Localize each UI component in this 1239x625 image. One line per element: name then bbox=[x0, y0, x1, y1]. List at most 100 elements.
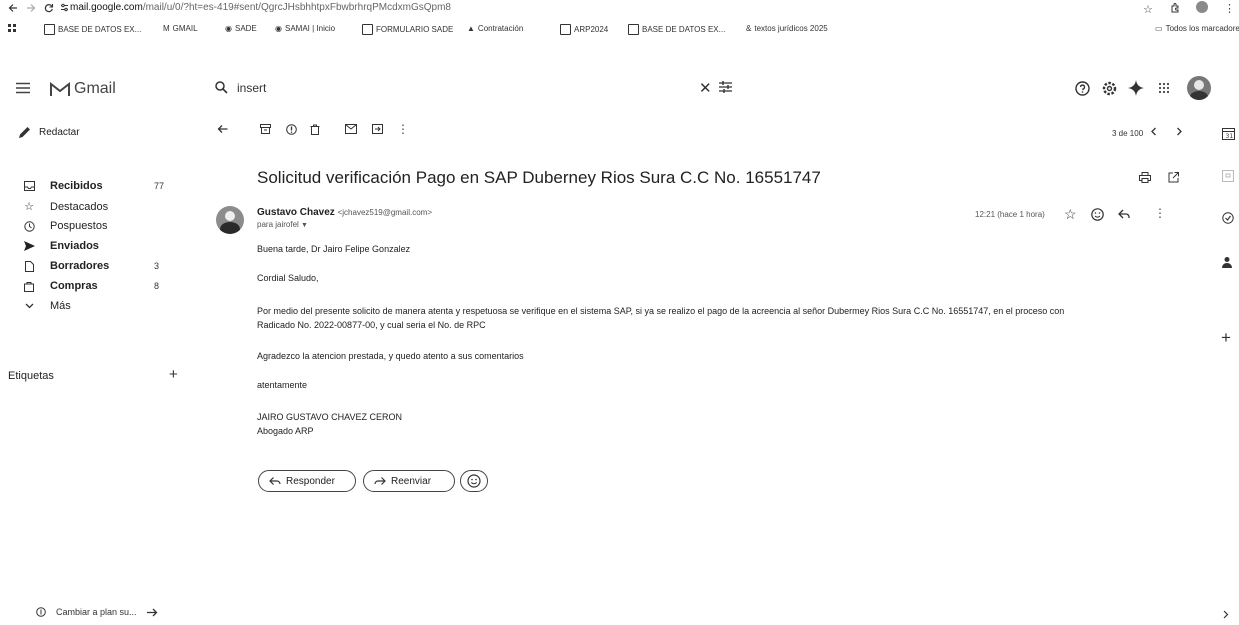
sidebar-item-label: Pospuestos bbox=[50, 220, 108, 232]
delete-trash-icon[interactable] bbox=[310, 124, 320, 135]
add-label-icon[interactable]: + bbox=[169, 366, 178, 383]
send-icon bbox=[22, 241, 36, 251]
open-new-window-icon[interactable] bbox=[1168, 172, 1179, 183]
app-name: Gmail bbox=[74, 80, 116, 97]
bookmark-label: BASE DE DATOS EX... bbox=[58, 25, 142, 34]
add-addon-icon[interactable]: + bbox=[1221, 328, 1231, 348]
reply-button[interactable]: Responder bbox=[258, 470, 356, 492]
gemini-sparkle-icon[interactable] bbox=[1128, 80, 1144, 96]
browser-toolbar: mail.google.com/mail/u/0/?ht=es-419#sent… bbox=[0, 0, 1239, 18]
pagination-text: 3 de 100 bbox=[1112, 129, 1144, 138]
recipients-toggle[interactable]: para jairofel ▼ bbox=[257, 220, 308, 229]
reload-icon[interactable] bbox=[44, 3, 54, 13]
shopping-bag-icon bbox=[22, 281, 36, 292]
sender-email: <jchavez519@gmail.com> bbox=[337, 208, 432, 217]
search-bar[interactable]: insert ✕ bbox=[205, 72, 735, 104]
browser-menu-icon[interactable]: ⋮ bbox=[1224, 2, 1235, 15]
signature-title: Abogado ARP bbox=[257, 426, 314, 436]
sidebar-item-snoozed[interactable]: Pospuestos bbox=[22, 220, 154, 232]
sidebar-item-more[interactable]: Más bbox=[22, 300, 154, 312]
all-bookmarks-label: Todos los marcadores bbox=[1165, 24, 1239, 33]
contacts-icon[interactable] bbox=[1222, 256, 1232, 269]
sheet-icon bbox=[362, 24, 373, 35]
settings-gear-icon[interactable] bbox=[1102, 81, 1117, 96]
bookmark-item[interactable]: & textos jurídicos 2025 bbox=[746, 24, 828, 33]
tasks-icon[interactable] bbox=[1222, 212, 1234, 224]
body-thanks: Agradezco la atencion prestada, y quedo … bbox=[257, 351, 524, 361]
bookmark-item[interactable]: M GMAIL bbox=[163, 24, 198, 33]
upgrade-plan-link[interactable]: Cambiar a plan su... bbox=[36, 607, 158, 617]
report-spam-icon[interactable] bbox=[286, 124, 297, 135]
compose-label: Redactar bbox=[39, 127, 80, 138]
sidebar-item-starred[interactable]: ☆ Destacados bbox=[22, 200, 154, 214]
sidebar-item-purchases[interactable]: Compras 8 bbox=[22, 280, 159, 292]
back-arrow-icon[interactable] bbox=[8, 3, 18, 13]
search-options-icon[interactable] bbox=[719, 81, 732, 93]
emoji-react-icon[interactable] bbox=[1091, 208, 1104, 221]
keep-notes-icon[interactable] bbox=[1222, 170, 1234, 182]
help-icon[interactable] bbox=[1075, 81, 1090, 96]
pencil-icon bbox=[19, 127, 30, 138]
all-bookmarks[interactable]: ▭ Todos los marcadores bbox=[1155, 24, 1239, 33]
bookmark-item[interactable]: ▲ Contratación bbox=[467, 24, 523, 33]
site-info-icon[interactable] bbox=[60, 3, 69, 12]
google-apps-icon[interactable] bbox=[1158, 82, 1170, 94]
reply-label: Responder bbox=[286, 475, 335, 487]
move-to-icon[interactable] bbox=[372, 124, 383, 134]
drive-icon: ▲ bbox=[467, 24, 475, 33]
doc-icon: & bbox=[746, 24, 752, 33]
archive-icon[interactable] bbox=[260, 124, 271, 134]
sender-avatar[interactable] bbox=[216, 206, 244, 234]
url-domain: mail.google.com bbox=[70, 2, 143, 13]
calendar-icon[interactable]: 31 bbox=[1222, 127, 1235, 140]
bookmark-star-icon[interactable]: ☆ bbox=[1143, 3, 1153, 16]
back-to-list-icon[interactable] bbox=[217, 124, 228, 134]
compose-button[interactable]: Redactar bbox=[18, 126, 80, 139]
bookmark-item[interactable]: ARP2024 bbox=[560, 24, 608, 35]
search-input[interactable]: insert bbox=[237, 81, 266, 95]
body-salutation: Cordial Saludo, bbox=[257, 273, 319, 283]
newer-chevron-icon[interactable] bbox=[1150, 127, 1157, 136]
forward-arrow-icon[interactable] bbox=[26, 3, 36, 13]
gmail-logo[interactable]: Gmail bbox=[50, 80, 116, 98]
expand-panel-chevron-icon[interactable] bbox=[1223, 610, 1229, 619]
sidebar-item-label: Destacados bbox=[50, 200, 109, 213]
sidebar-item-count: 8 bbox=[154, 281, 160, 291]
arrow-right-icon bbox=[146, 608, 157, 616]
forward-button[interactable]: Reenviar bbox=[363, 470, 455, 492]
sheet-icon bbox=[44, 24, 55, 35]
sidebar-item-label: Recibidos bbox=[50, 180, 103, 192]
bookmark-label: Contratación bbox=[477, 24, 524, 33]
emoji-reaction-button[interactable] bbox=[460, 470, 488, 492]
reply-icon[interactable] bbox=[1118, 209, 1130, 219]
clear-search-icon[interactable]: ✕ bbox=[699, 79, 712, 97]
bookmark-item[interactable]: BASE DE DATOS EX... bbox=[628, 24, 725, 35]
bookmark-label: SAMAI | Inicio bbox=[284, 24, 336, 33]
gmail-m-icon bbox=[50, 81, 70, 96]
bookmark-item[interactable]: BASE DE DATOS EX... bbox=[44, 24, 141, 35]
account-avatar[interactable] bbox=[1187, 76, 1211, 100]
labels-heading: Etiquetas bbox=[8, 370, 54, 382]
print-icon[interactable] bbox=[1139, 172, 1151, 183]
older-chevron-icon[interactable] bbox=[1176, 127, 1183, 136]
sidebar-item-drafts[interactable]: Borradores 3 bbox=[22, 260, 159, 272]
star-message-icon[interactable]: ☆ bbox=[1064, 206, 1077, 223]
bookmark-item[interactable]: FORMULARIO SADE bbox=[362, 24, 453, 35]
apps-grid-icon[interactable] bbox=[8, 24, 17, 33]
message-more-icon[interactable]: ⋮ bbox=[1154, 206, 1166, 220]
bookmark-item[interactable]: ◉ SADE bbox=[225, 24, 257, 33]
mark-unread-icon[interactable] bbox=[345, 124, 357, 134]
sidebar-item-sent[interactable]: Enviados bbox=[22, 240, 154, 252]
profile-avatar[interactable] bbox=[1196, 1, 1208, 13]
sidebar-item-inbox[interactable]: Recibidos 77 bbox=[22, 180, 164, 192]
more-options-icon[interactable]: ⋮ bbox=[397, 122, 409, 136]
folder-icon: ▭ bbox=[1155, 24, 1163, 33]
sidebar-item-count: 3 bbox=[154, 261, 160, 271]
star-icon: ☆ bbox=[24, 201, 34, 213]
bookmark-item[interactable]: ◉ SAMAI | Inicio bbox=[275, 24, 335, 33]
bookmark-label: textos jurídicos 2025 bbox=[754, 24, 828, 33]
search-icon[interactable] bbox=[215, 81, 228, 94]
main-menu-icon[interactable] bbox=[16, 82, 30, 94]
extensions-icon[interactable] bbox=[1170, 2, 1181, 13]
address-bar[interactable]: mail.google.com/mail/u/0/?ht=es-419#sent… bbox=[70, 2, 451, 13]
